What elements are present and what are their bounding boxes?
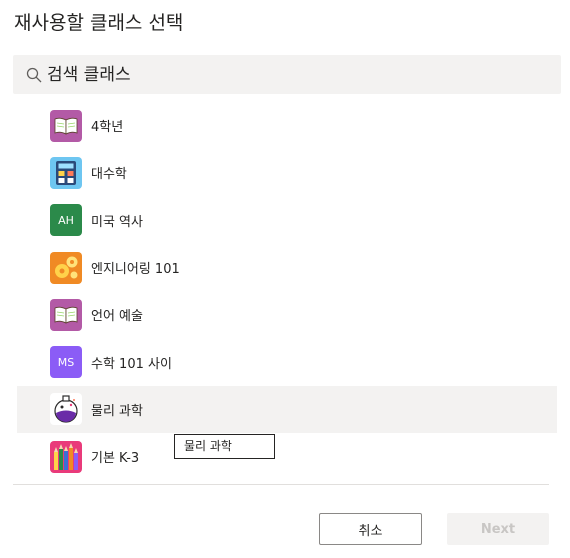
class-item-label: 기본 K-3 xyxy=(91,451,140,467)
class-item-basic-k3[interactable]: 기본 K-3 xyxy=(17,433,557,480)
class-item-label: 미국 역사 xyxy=(91,214,143,230)
flask-icon xyxy=(50,393,82,426)
tile-initials: MS xyxy=(57,355,75,369)
calculator-icon xyxy=(50,156,82,189)
class-item-engineering-101[interactable]: 엔지니어링 101 xyxy=(17,244,557,291)
pencils-icon xyxy=(50,440,82,473)
book-icon xyxy=(50,298,82,331)
class-item-physical-science[interactable]: 물리 과학 xyxy=(17,385,557,434)
class-item-us-history[interactable]: AH 미국 역사 xyxy=(17,197,557,244)
search-input[interactable] xyxy=(47,64,527,85)
search-icon xyxy=(26,67,42,82)
initials-tile: AH xyxy=(50,204,82,237)
class-item-algebra[interactable]: 대수학 xyxy=(17,149,557,196)
footer-divider xyxy=(13,484,549,485)
dialog-title: 재사용할 클래스 선택 xyxy=(14,12,184,34)
tooltip: 물리 과학 xyxy=(174,434,275,459)
class-item-label: 물리 과학 xyxy=(91,403,143,419)
class-item-label: 4학년 xyxy=(91,120,124,136)
class-item-label: 수학 101 사이 xyxy=(91,356,172,372)
class-item-4th-grade[interactable]: 4학년 xyxy=(17,102,557,149)
class-list: 4학년 대수학 AH 미국 역사 엔지니어링 101 언어 예술 MS 수학 1… xyxy=(17,102,557,480)
class-item-language-arts[interactable]: 언어 예술 xyxy=(17,291,557,338)
initials-tile: MS xyxy=(50,346,82,379)
search-box[interactable] xyxy=(13,55,561,94)
tile-initials: AH xyxy=(58,213,74,227)
class-item-label: 대수학 xyxy=(91,167,127,183)
gears-icon xyxy=(50,251,82,284)
class-item-label: 엔지니어링 101 xyxy=(91,262,180,278)
class-item-math-101[interactable]: MS 수학 101 사이 xyxy=(17,338,557,385)
next-button[interactable]: Next xyxy=(447,513,549,545)
class-item-label: 언어 예술 xyxy=(91,309,143,325)
book-icon xyxy=(50,109,82,142)
cancel-button[interactable]: 취소 xyxy=(319,513,422,545)
